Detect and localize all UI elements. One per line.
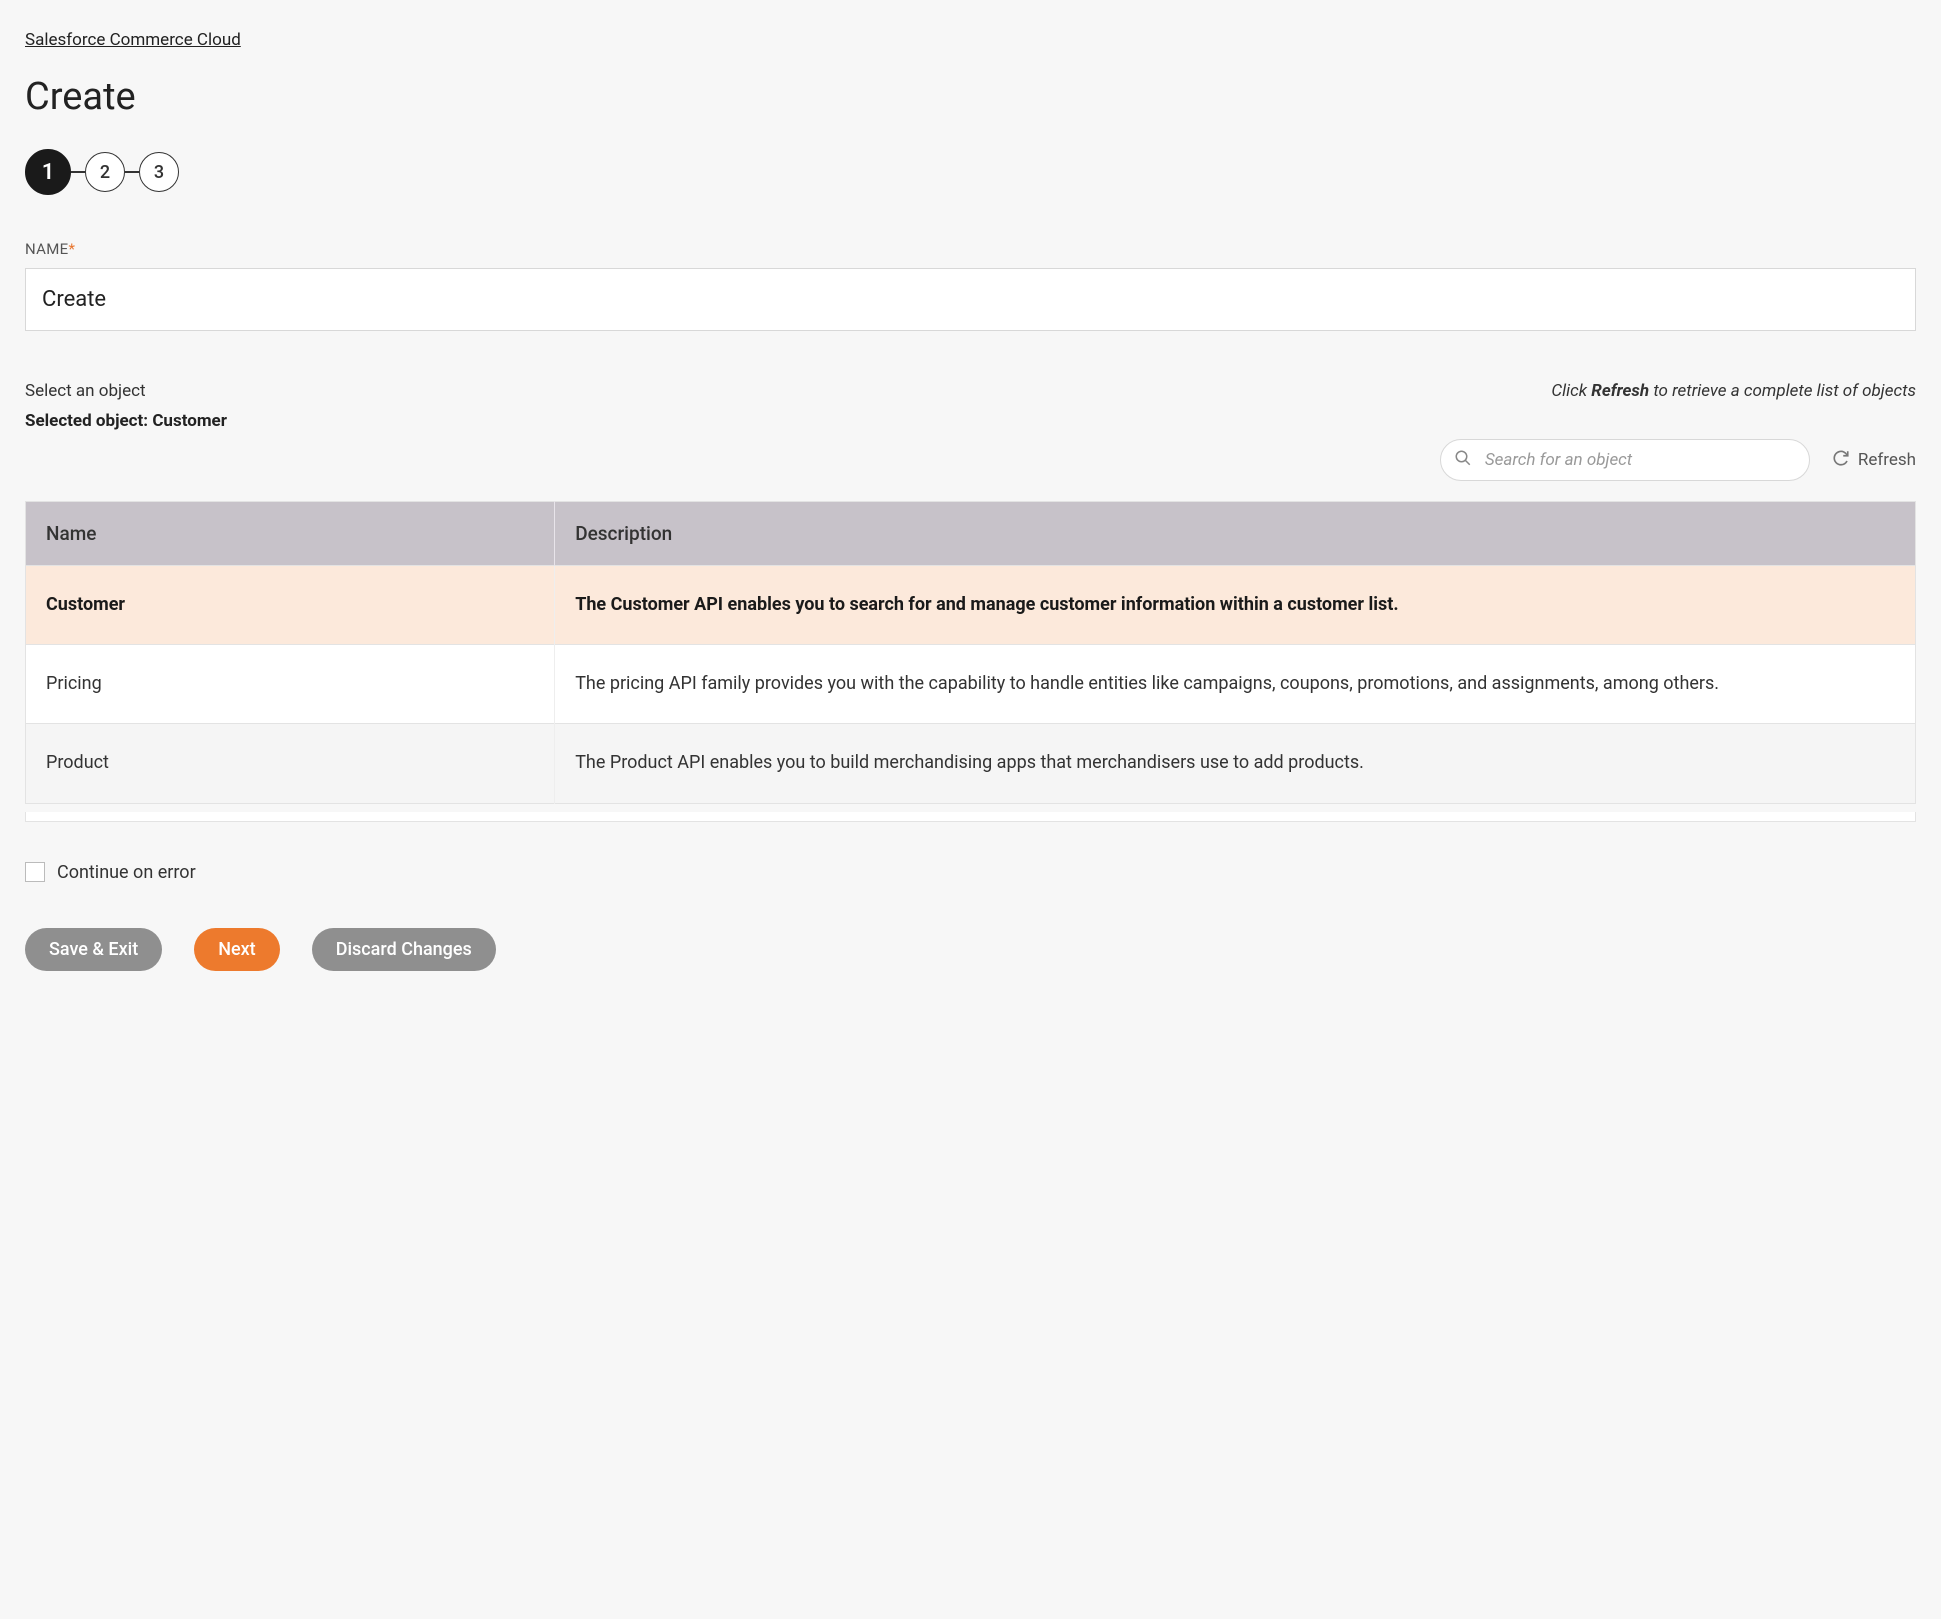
table-cell-name: Customer	[26, 566, 555, 645]
object-table: Name Description CustomerThe Customer AP…	[25, 501, 1916, 804]
next-button[interactable]: Next	[194, 928, 279, 971]
step-2[interactable]: 2	[85, 152, 125, 192]
continue-on-error-checkbox[interactable]	[25, 862, 45, 882]
table-cell-description: The Customer API enables you to search f…	[555, 566, 1916, 645]
step-1[interactable]: 1	[25, 149, 71, 195]
selected-object: Selected object: Customer	[25, 411, 227, 431]
table-header-description: Description	[555, 502, 1916, 566]
wizard-stepper: 1 2 3	[25, 149, 1916, 195]
table-cell-description: The pricing API family provides you with…	[555, 645, 1916, 724]
table-cell-name: Product	[26, 724, 555, 803]
step-3[interactable]: 3	[139, 152, 179, 192]
table-header-name: Name	[26, 502, 555, 566]
name-input[interactable]	[25, 268, 1916, 331]
table-cell-description: The Product API enables you to build mer…	[555, 724, 1916, 803]
name-field-label: NAME*	[25, 240, 1916, 258]
continue-on-error-label: Continue on error	[57, 862, 196, 883]
page-title: Create	[25, 75, 1916, 119]
refresh-icon	[1832, 449, 1850, 472]
table-cell-name: Pricing	[26, 645, 555, 724]
breadcrumb-link[interactable]: Salesforce Commerce Cloud	[25, 30, 241, 50]
table-row[interactable]: CustomerThe Customer API enables you to …	[26, 566, 1916, 645]
required-indicator: *	[68, 240, 75, 258]
table-bottom-spacer	[25, 812, 1916, 822]
discard-changes-button[interactable]: Discard Changes	[312, 928, 496, 971]
search-icon	[1454, 449, 1472, 471]
select-object-label: Select an object	[25, 381, 227, 401]
table-row[interactable]: PricingThe pricing API family provides y…	[26, 645, 1916, 724]
refresh-button[interactable]: Refresh	[1832, 449, 1916, 472]
refresh-label: Refresh	[1858, 450, 1916, 470]
table-row[interactable]: ProductThe Product API enables you to bu…	[26, 724, 1916, 803]
step-connector	[71, 171, 85, 173]
save-exit-button[interactable]: Save & Exit	[25, 928, 162, 971]
step-connector	[125, 171, 139, 173]
search-input[interactable]	[1440, 439, 1810, 481]
refresh-hint: Click Refresh to retrieve a complete lis…	[1551, 381, 1916, 401]
